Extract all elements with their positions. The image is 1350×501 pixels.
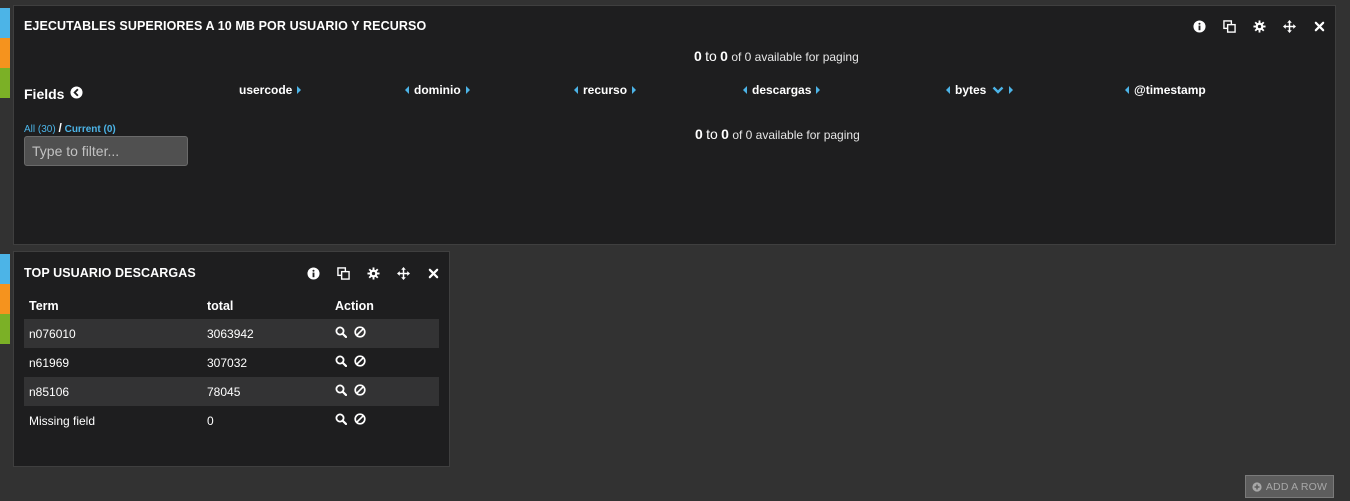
action-cell [330,319,439,348]
panel-toolbar [290,266,440,280]
sort-descending-chevron-icon[interactable] [992,86,1004,94]
search-icon[interactable] [335,326,348,341]
column-dominio: dominio [405,83,470,97]
ban-icon[interactable] [354,355,366,370]
move-icon[interactable] [1282,19,1296,33]
ban-icon[interactable] [354,413,366,428]
total-cell: 307032 [207,355,248,370]
column-bytes: bytes [946,83,1014,97]
panel-title: TOP USUARIO DESCARGAS [24,266,196,280]
term-cell: n076010 [24,319,202,348]
paging-rest: of 0 available for paging [731,50,859,64]
info-icon[interactable] [1192,19,1206,33]
close-icon[interactable] [1312,19,1326,33]
move-right-arrow-icon[interactable] [1009,86,1014,94]
move-right-arrow-icon[interactable] [632,86,637,94]
column-recurso: recurso [574,83,637,97]
gear-icon[interactable] [366,266,380,280]
column-header-term: Term [29,298,59,313]
table-row: n85106 78045 [24,377,439,406]
paging-from: 0 [695,126,703,142]
move-left-arrow-icon[interactable] [574,86,578,94]
move-icon[interactable] [396,266,410,280]
panel-toolbar [1176,19,1326,33]
table-header-row: Term total Action [24,292,439,319]
move-left-arrow-icon[interactable] [946,86,950,94]
table-row: n61969 307032 [24,348,439,377]
fields-heading: Fields [24,86,84,102]
add-row-label: ADD A ROW [1265,480,1328,493]
paging-to-word: to [705,48,717,64]
column-recurso-label[interactable]: recurso [583,83,627,97]
move-right-arrow-icon[interactable] [465,86,470,94]
collapse-fields-icon[interactable] [70,86,84,102]
fields-filter-input[interactable] [24,136,188,166]
move-right-arrow-icon[interactable] [816,86,821,94]
fields-label: Fields [24,86,65,102]
move-right-arrow-icon[interactable] [297,86,302,94]
action-cell [330,348,439,377]
paging-to-word: to [706,126,718,142]
column-timestamp-label[interactable]: @timestamp [1134,83,1206,97]
panel-title: EJECUTABLES SUPERIORES A 10 MB POR USUAR… [24,19,427,33]
total-cell: 78045 [202,377,330,406]
column-descargas: descargas [743,83,821,97]
column-descargas-label[interactable]: descargas [752,83,811,97]
table-row: n076010 3063942 [24,319,439,348]
column-timestamp: @timestamp [1125,83,1206,97]
paging-from: 0 [694,48,702,64]
gear-icon[interactable] [1252,19,1266,33]
column-dominio-label[interactable]: dominio [414,83,461,97]
paging-to: 0 [720,48,728,64]
column-header-action: Action [335,298,374,313]
column-usercode: usercode [239,83,302,97]
column-header-total: total [207,298,234,313]
search-icon[interactable] [335,355,348,370]
search-icon[interactable] [335,384,348,399]
paging-info-bottom: 0 to 0 of 0 available for paging [695,126,860,142]
fields-current-link[interactable]: Current (0) [65,124,116,135]
move-left-arrow-icon[interactable] [1125,86,1129,94]
plus-circle-icon [1252,481,1262,492]
term-cell: n85106 [24,377,202,406]
paging-to: 0 [721,126,729,142]
terms-panel: TOP USUARIO DESCARGAS Term total Action [13,251,450,467]
move-left-arrow-icon[interactable] [405,86,409,94]
term-cell: n61969 [29,355,70,370]
action-cell [330,406,439,435]
terms-table: Term total Action n076010 3063942 n61969… [24,292,439,435]
total-cell: 0 [207,413,214,428]
fields-filter-links: All (30) / Current (0) [24,121,116,135]
close-icon[interactable] [426,266,440,280]
info-icon[interactable] [306,266,320,280]
fields-all-link[interactable]: All (30) [24,124,56,135]
paging-info-top: 0 to 0 of 0 available for paging [694,48,859,64]
move-left-arrow-icon[interactable] [743,86,747,94]
column-usercode-label[interactable]: usercode [239,83,292,97]
column-bytes-label[interactable]: bytes [955,83,986,97]
total-cell: 3063942 [202,319,330,348]
row-2-color-strip [0,254,10,344]
search-icon[interactable] [335,413,348,428]
table-panel: EJECUTABLES SUPERIORES A 10 MB POR USUAR… [13,5,1336,245]
duplicate-icon[interactable] [336,266,350,280]
table-row: Missing field 0 [24,406,439,435]
add-row-button[interactable]: ADD A ROW [1245,475,1334,498]
ban-icon[interactable] [354,326,366,341]
row-1-color-strip [0,8,10,98]
term-cell: Missing field [29,413,96,428]
action-cell [330,377,439,406]
duplicate-icon[interactable] [1222,19,1236,33]
ban-icon[interactable] [354,384,366,399]
paging-rest: of 0 available for paging [732,128,860,142]
fields-separator: / [58,121,62,135]
